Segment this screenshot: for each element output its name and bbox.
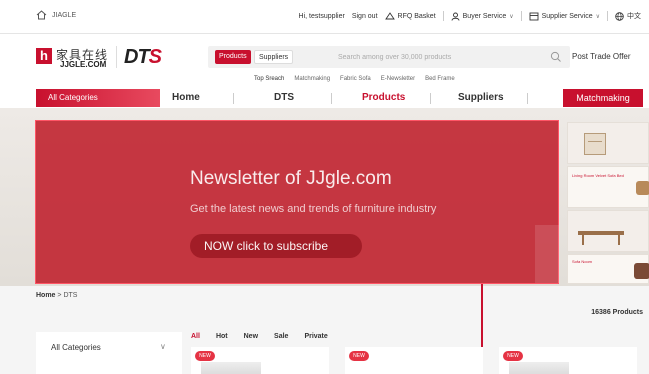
- search-input[interactable]: [338, 50, 538, 64]
- top-bar: JIAGLE Hi, testsupplier Sign out RFQ Bas…: [0, 0, 649, 34]
- subscribe-button[interactable]: NOW click to subscribe: [190, 234, 362, 258]
- new-badge: NEW: [503, 351, 523, 361]
- search-icon[interactable]: [550, 51, 562, 63]
- rfq-basket-link[interactable]: RFQ Basket: [384, 12, 436, 20]
- home-icon: [36, 10, 47, 20]
- shelf-line: [588, 141, 602, 142]
- product-image: [509, 362, 569, 374]
- language-label: 中文: [627, 13, 641, 20]
- matchmaking-button[interactable]: Matchmaking: [563, 89, 643, 107]
- hot-link[interactable]: Bed Frame: [425, 76, 455, 82]
- top-brand[interactable]: JIAGLE: [36, 10, 76, 20]
- newsletter-title: Newsletter of JJgle.com: [190, 168, 392, 189]
- dts-logo-b: S: [148, 46, 162, 68]
- hot-link[interactable]: Top Sreach: [254, 76, 284, 82]
- top-user-menu: Hi, testsupplier Sign out RFQ Basket Buy…: [299, 11, 641, 21]
- hot-search-links: Top Sreach Matchmaking Fabric Sofa E-New…: [254, 76, 455, 82]
- product-card[interactable]: NEW: [191, 347, 329, 374]
- separator: [233, 93, 234, 104]
- overlay-highlight: [535, 225, 559, 283]
- new-badge: NEW: [349, 351, 369, 361]
- side-ads: Living Room Velvet Sofa Bed Sofa Noom: [567, 120, 649, 284]
- side-ad[interactable]: Living Room Velvet Sofa Bed: [567, 166, 649, 208]
- globe-icon: [615, 11, 624, 21]
- breadcrumb-home[interactable]: Home: [36, 292, 55, 299]
- hot-link[interactable]: E-Newsletter: [381, 76, 415, 82]
- logo-mark: h: [36, 48, 52, 64]
- category-select[interactable]: All Categories ∨: [36, 332, 182, 374]
- side-ad-title: Sofa Noom: [572, 259, 593, 264]
- post-trade-offer-link[interactable]: Post Trade Offer: [572, 52, 631, 61]
- supplier-service-menu[interactable]: Supplier Service ∨: [529, 12, 600, 21]
- products-count: 16386 Products: [591, 309, 643, 316]
- greeting-text: Hi, testsupplier: [298, 12, 345, 20]
- table-leg: [618, 235, 620, 245]
- newsletter-overlay[interactable]: Newsletter of JJgle.com Get the latest n…: [35, 120, 559, 284]
- user-icon: [451, 12, 460, 21]
- basket-icon: [384, 12, 395, 20]
- tab-new[interactable]: New: [244, 333, 258, 340]
- side-ad[interactable]: Sofa Noom: [567, 254, 649, 284]
- nav-item-products[interactable]: Products: [362, 92, 405, 103]
- tab-sale[interactable]: Sale: [274, 333, 288, 340]
- tab-private[interactable]: Private: [304, 333, 327, 340]
- hot-link[interactable]: Fabric Sofa: [340, 76, 371, 82]
- new-badge: NEW: [195, 351, 215, 361]
- nav-item-home[interactable]: Home: [172, 92, 200, 103]
- product-card[interactable]: NEW: [499, 347, 637, 374]
- separator: [607, 11, 608, 21]
- search-bar: Products Suppliers: [208, 46, 570, 68]
- separator: [430, 93, 431, 104]
- logo-en-text: JJGLE.COM: [60, 60, 107, 69]
- chevron-down-icon: ∨: [509, 13, 514, 20]
- dts-logo[interactable]: DTS: [124, 46, 162, 69]
- chevron-down-icon: ∨: [160, 342, 166, 351]
- sofa-image: [634, 263, 649, 279]
- side-ad-title: Living Room Velvet Sofa Bed: [572, 173, 624, 178]
- supplier-service-label: Supplier Service: [541, 12, 593, 20]
- rfq-basket-label: RFQ Basket: [397, 12, 436, 20]
- main-nav: All Categories Home DTS Products Supplie…: [0, 88, 649, 108]
- buyer-service-menu[interactable]: Buyer Service ∨: [451, 12, 514, 21]
- search-tab-products[interactable]: Products: [215, 50, 251, 64]
- tab-hot[interactable]: Hot: [216, 333, 228, 340]
- top-brand-label: JIAGLE: [52, 11, 77, 19]
- nav-item-suppliers[interactable]: Suppliers: [458, 92, 504, 103]
- filter-tabs: All Hot New Sale Private: [191, 333, 328, 340]
- separator: [331, 93, 332, 104]
- buyer-service-label: Buyer Service: [462, 12, 507, 20]
- side-ad[interactable]: [567, 210, 649, 252]
- language-switch[interactable]: 中文: [615, 11, 641, 21]
- category-select-label: All Categories: [51, 343, 101, 352]
- hot-link[interactable]: Matchmaking: [294, 76, 330, 82]
- chevron-down-icon: ∨: [595, 13, 600, 20]
- breadcrumb: Home > DTS: [36, 292, 77, 299]
- separator: [442, 11, 444, 21]
- newsletter-subtitle: Get the latest news and trends of furnit…: [190, 203, 437, 215]
- product-image: [201, 362, 261, 374]
- dts-logo-a: DT: [124, 46, 150, 68]
- sofa-image: [636, 181, 649, 195]
- all-categories-button[interactable]: All Categories: [36, 89, 160, 107]
- header: h 家具在线 JJGLE.COM DTS Products Suppliers …: [0, 34, 649, 88]
- tab-all[interactable]: All: [191, 333, 200, 340]
- sign-out-link[interactable]: Sign out: [352, 13, 378, 20]
- side-ad[interactable]: [567, 122, 649, 164]
- breadcrumb-current: DTS: [63, 292, 78, 299]
- separator: [527, 93, 528, 104]
- table-leg: [582, 235, 584, 245]
- product-card[interactable]: NEW: [345, 347, 483, 374]
- separator: [520, 11, 522, 21]
- search-tab-suppliers[interactable]: Suppliers: [254, 50, 294, 64]
- nav-item-dts[interactable]: DTS: [274, 92, 294, 103]
- store-icon: [529, 12, 539, 20]
- divider: [116, 46, 117, 68]
- shelf-image: [584, 133, 606, 155]
